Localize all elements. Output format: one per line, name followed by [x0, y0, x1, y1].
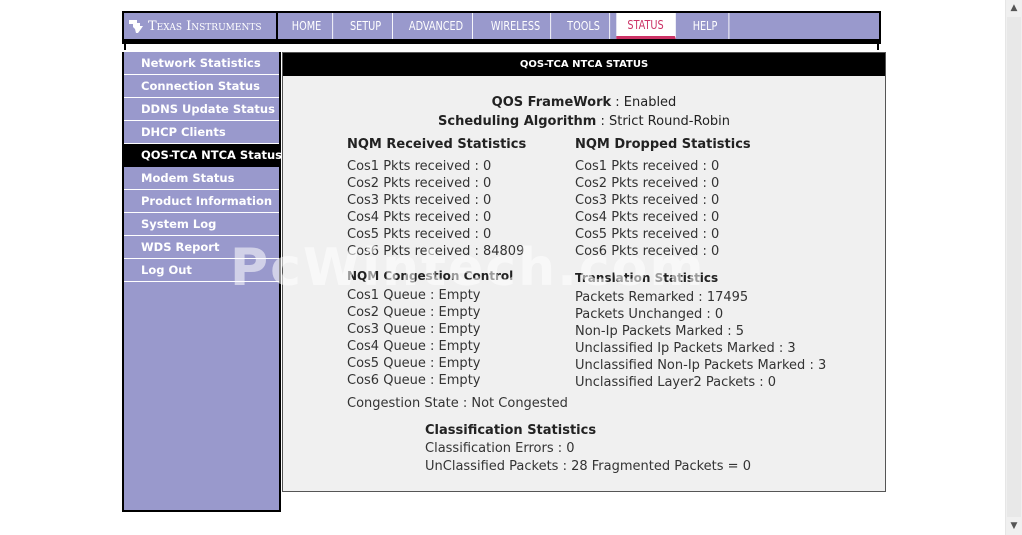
congestion-row: Cos1 Queue : Empty	[347, 288, 481, 303]
status-panel: QOS-TCA NTCA STATUS QOS FrameWork : Enab…	[282, 52, 886, 492]
sidebar-item-connection-status[interactable]: Connection Status	[124, 75, 279, 98]
translation-heading: Translation Statistics	[575, 271, 719, 285]
dropped-row: Cos6 Pkts received : 0	[575, 244, 720, 259]
translation-row: Packets Remarked : 17495	[575, 290, 749, 305]
congestion-row: Cos3 Queue : Empty	[347, 322, 481, 337]
nav-gap	[124, 44, 879, 50]
scroll-down-icon[interactable]: ▼	[1006, 518, 1022, 535]
dropped-row: Cos4 Pkts received : 0	[575, 210, 720, 225]
tab-wireless-label: WIRELESS	[490, 19, 541, 33]
translation-row: Unclassified Non-Ip Packets Marked : 3	[575, 358, 827, 373]
classification-unclassified: UnClassified Packets : 28 Fragmented Pac…	[425, 459, 751, 474]
sidebar-item-product-information[interactable]: Product Information	[124, 190, 279, 213]
congestion-row: Cos4 Queue : Empty	[347, 339, 481, 354]
sidebar-item-wds-report[interactable]: WDS Report	[124, 236, 279, 259]
tab-home[interactable]: HOME	[281, 13, 334, 39]
vertical-scrollbar[interactable]: ▲ ▼	[1005, 0, 1022, 535]
scheduling-line: Scheduling Algorithm : Strict Round-Robi…	[283, 114, 885, 129]
received-stats: NQM Received Statistics Cos1 Pkts receiv…	[347, 137, 526, 260]
classification-stats: Classification Statistics Classification…	[425, 423, 751, 475]
congestion-heading: NQM Congestion Control	[347, 269, 514, 283]
received-row: Cos5 Pkts received : 0	[347, 227, 492, 242]
dropped-stats: NQM Dropped Statistics Cos1 Pkts receive…	[575, 137, 751, 260]
classification-errors: Classification Errors : 0	[425, 441, 575, 456]
translation-row: Unclassified Layer2 Packets : 0	[575, 375, 777, 390]
tab-home-label: HOME	[291, 19, 322, 33]
translation-row: Unclassified Ip Packets Marked : 3	[575, 341, 796, 356]
qos-framework-label: QOS FrameWork	[491, 95, 612, 110]
tab-help-label: HELP	[692, 19, 718, 33]
tab-advanced[interactable]: ADVANCED	[400, 13, 473, 39]
congestion-row: Cos5 Queue : Empty	[347, 356, 481, 371]
tab-status-label: STATUS	[627, 17, 664, 32]
sidebar-item-modem-status[interactable]: Modem Status	[124, 167, 279, 190]
received-row: Cos1 Pkts received : 0	[347, 159, 492, 174]
received-heading: NQM Received Statistics	[347, 137, 527, 152]
received-row: Cos3 Pkts received : 0	[347, 193, 492, 208]
classification-heading: Classification Statistics	[425, 423, 597, 438]
tab-help[interactable]: HELP	[682, 13, 730, 39]
congestion-state: Congestion State : Not Congested	[347, 396, 568, 411]
received-row: Cos2 Pkts received : 0	[347, 176, 492, 191]
translation-stats: Translation Statistics Packets Remarked …	[575, 271, 826, 391]
congestion-row: Cos6 Queue : Empty	[347, 373, 481, 388]
panel-title: QOS-TCA NTCA STATUS	[283, 53, 885, 76]
translation-row: Non-Ip Packets Marked : 5	[575, 324, 745, 339]
sidebar-item-network-statistics[interactable]: Network Statistics	[124, 52, 279, 75]
brand-logo[interactable]: Texas Instruments	[124, 13, 278, 39]
scheduling-label: Scheduling Algorithm	[438, 114, 597, 129]
tab-setup[interactable]: SETUP	[339, 13, 393, 39]
received-row: Cos6 Pkts received : 84809	[347, 244, 525, 259]
tab-status[interactable]: STATUS	[616, 13, 676, 39]
qos-framework-line: QOS FrameWork : Enabled	[283, 95, 885, 110]
qos-framework-value: : Enabled	[611, 95, 677, 110]
translation-row: Packets Unchanged : 0	[575, 307, 724, 322]
congestion-stats: NQM Congestion Control Cos1 Queue : Empt…	[347, 269, 568, 412]
tab-setup-label: SETUP	[349, 19, 382, 33]
dropped-row: Cos3 Pkts received : 0	[575, 193, 720, 208]
scroll-up-icon[interactable]: ▲	[1006, 0, 1022, 17]
tab-tools[interactable]: TOOLS	[558, 13, 611, 39]
ti-logo-icon	[129, 20, 143, 33]
tab-wireless[interactable]: WIRELESS	[481, 13, 552, 39]
tab-tools-label: TOOLS	[567, 19, 600, 33]
scheduling-value: : Strict Round-Robin	[596, 114, 730, 129]
dropped-row: Cos5 Pkts received : 0	[575, 227, 720, 242]
sidebar-item-qos-tca-ntca-status[interactable]: QOS-TCA NTCA Status	[124, 144, 282, 167]
congestion-row: Cos2 Queue : Empty	[347, 305, 481, 320]
brand-name: Texas Instruments	[148, 18, 262, 34]
sidebar-item-system-log[interactable]: System Log	[124, 213, 279, 236]
sidebar-item-ddns-update-status[interactable]: DDNS Update Status	[124, 98, 279, 121]
scroll-thumb[interactable]	[1007, 17, 1021, 517]
top-nav: Texas Instruments HOME SETUP ADVANCED WI…	[122, 11, 881, 39]
dropped-row: Cos2 Pkts received : 0	[575, 176, 720, 191]
sidebar-item-log-out[interactable]: Log Out	[124, 259, 279, 282]
tab-advanced-label: ADVANCED	[408, 19, 464, 33]
dropped-row: Cos1 Pkts received : 0	[575, 159, 720, 174]
received-row: Cos4 Pkts received : 0	[347, 210, 492, 225]
sidebar: Network Statistics Connection Status DDN…	[122, 52, 282, 512]
dropped-heading: NQM Dropped Statistics	[575, 137, 751, 152]
sidebar-item-dhcp-clients[interactable]: DHCP Clients	[124, 121, 279, 144]
